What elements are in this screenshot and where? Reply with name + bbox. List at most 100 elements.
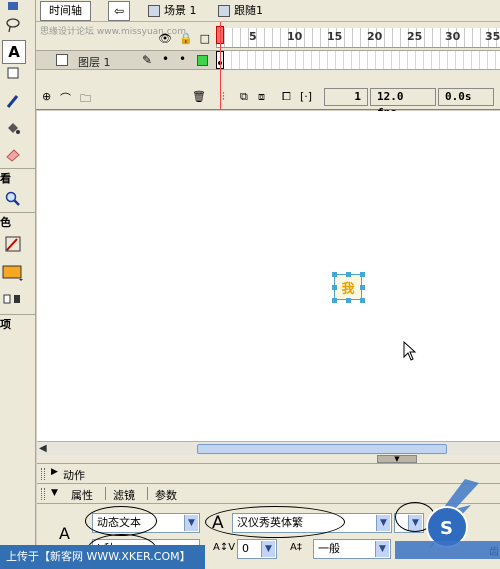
insert-layer-icon[interactable]: ⊕ bbox=[42, 90, 51, 103]
rectangle-icon bbox=[7, 67, 19, 79]
tab-divider bbox=[147, 487, 148, 500]
magnifier-icon bbox=[5, 191, 20, 206]
fill-color-swatch[interactable] bbox=[2, 262, 24, 284]
selection-handle[interactable] bbox=[346, 272, 351, 277]
brush-icon bbox=[6, 95, 19, 108]
chevron-down-icon: ▼ bbox=[376, 515, 390, 531]
onion-outline-icon[interactable]: ⧈ bbox=[258, 90, 265, 104]
outline-color-box[interactable] bbox=[197, 55, 208, 66]
selection-handle[interactable] bbox=[332, 285, 337, 290]
lock-icon[interactable]: 🔒 bbox=[179, 32, 193, 45]
frame-number: 35 bbox=[485, 30, 500, 43]
swap-colors-icon bbox=[3, 294, 20, 304]
symbol-breadcrumb[interactable]: 跟随1 bbox=[218, 3, 263, 19]
tab-divider bbox=[105, 487, 106, 500]
frame-number: 15 bbox=[327, 30, 343, 43]
site-logo: S bbox=[395, 475, 500, 569]
baseline-shift-select[interactable]: 一般 ▼ bbox=[313, 539, 391, 559]
toolbar-divider bbox=[0, 314, 36, 315]
outline-icon[interactable]: □ bbox=[200, 32, 210, 45]
scroll-thumb[interactable] bbox=[197, 444, 447, 454]
collapse-arrow-icon[interactable]: ▼ bbox=[377, 455, 417, 463]
chevron-down-icon: ▼ bbox=[261, 541, 275, 557]
symbol-label: 跟随1 bbox=[234, 4, 263, 17]
eraser-icon bbox=[6, 149, 20, 162]
letter-spacing-value: 0 bbox=[242, 542, 249, 555]
selection-handle[interactable] bbox=[332, 272, 337, 277]
panel-grip[interactable] bbox=[41, 468, 45, 480]
eye-icon[interactable]: 👁 bbox=[158, 32, 172, 45]
scene-label: 场景 1 bbox=[164, 4, 197, 17]
annotation-ellipse bbox=[205, 506, 345, 538]
edit-multiple-frames-icon[interactable]: ⧠ bbox=[282, 90, 291, 104]
scene-icon bbox=[148, 5, 160, 17]
pencil-stroke-icon bbox=[5, 236, 21, 252]
horizontal-scrollbar[interactable]: ◀ bbox=[37, 441, 500, 455]
timeline-toggle-button[interactable]: 时间轴 bbox=[40, 1, 91, 21]
panel-grip[interactable] bbox=[41, 488, 45, 500]
scroll-left-arrow-icon[interactable]: ◀ bbox=[39, 443, 47, 454]
frames-track[interactable] bbox=[216, 51, 500, 69]
panel-collapse-bar: ▼ bbox=[37, 455, 500, 463]
lasso-tool[interactable] bbox=[2, 14, 24, 36]
frame-number: 5 bbox=[249, 30, 257, 43]
timeline-tabbar: 时间轴 ⇦ 场景 1 跟随1 bbox=[36, 0, 500, 22]
collapse-triangle-icon[interactable]: ▼ bbox=[51, 488, 58, 498]
current-frame-field: 1 bbox=[324, 88, 368, 106]
expand-triangle-icon[interactable]: ▶ bbox=[51, 467, 58, 477]
folder-icon[interactable]: 🗀 bbox=[80, 90, 91, 109]
lock-dot[interactable]: • bbox=[179, 52, 186, 66]
timeline-panel: 时间轴 ⇦ 场景 1 跟随1 思缘设计论坛 www.missyuan.com 👁… bbox=[36, 0, 500, 119]
layer-page-icon bbox=[56, 54, 68, 66]
pencil-icon: ✎ bbox=[142, 53, 153, 67]
zoom-tool[interactable] bbox=[2, 188, 24, 210]
frame-number: 10 bbox=[287, 30, 303, 43]
baseline-shift-icon: A‡ bbox=[290, 542, 302, 553]
selection-handle[interactable] bbox=[332, 298, 337, 303]
motion-guide-icon[interactable]: ⌒ bbox=[60, 90, 71, 106]
mouse-cursor-icon bbox=[403, 340, 417, 366]
selection-handle[interactable] bbox=[360, 272, 365, 277]
tab-properties[interactable]: 属性 bbox=[71, 487, 93, 503]
paint-bucket-tool[interactable] bbox=[2, 117, 24, 139]
actions-panel-title: 动作 bbox=[63, 469, 85, 482]
tab-parameters[interactable]: 参数 bbox=[155, 487, 177, 503]
text-tool[interactable]: A bbox=[2, 40, 26, 64]
brush-tool[interactable] bbox=[2, 90, 24, 112]
selection-tool[interactable] bbox=[2, 0, 24, 12]
stroke-color-swatch[interactable] bbox=[2, 233, 24, 255]
view-section-label: 看 bbox=[0, 172, 11, 185]
upload-credit-bar: 上传于【新客网 WWW.XKER.COM】 bbox=[0, 545, 205, 569]
layer-row[interactable]: 图层 1 ✎ • • bbox=[36, 50, 500, 70]
frame-rate-field[interactable]: 12.0 fps bbox=[370, 88, 436, 119]
selection-handle[interactable] bbox=[360, 298, 365, 303]
annotation-ellipse bbox=[85, 506, 157, 536]
letter-spacing-field[interactable]: 0 ▼ bbox=[237, 539, 277, 559]
toolbar-divider bbox=[0, 168, 36, 169]
chevron-down-icon: ▼ bbox=[184, 515, 198, 531]
stage-canvas[interactable]: 我 bbox=[37, 111, 500, 441]
baseline-shift-value: 一般 bbox=[318, 542, 340, 555]
dynamic-text-object[interactable]: 我 bbox=[334, 274, 362, 300]
selection-handle[interactable] bbox=[346, 298, 351, 303]
trash-icon[interactable]: 🗑 bbox=[192, 90, 206, 103]
scene-breadcrumb[interactable]: 场景 1 bbox=[148, 3, 197, 19]
center-frame-icon[interactable]: ⫶ bbox=[222, 90, 225, 104]
timeline-statusbar: ⊕ ⌒ 🗀 🗑 ⫶ ⧉ ⧈ ⧠ [·] 1 12.0 fps 0.0s bbox=[36, 86, 500, 119]
text-tool-icon: A bbox=[59, 524, 70, 543]
visibility-dot[interactable]: • bbox=[162, 52, 169, 66]
rectangle-tool[interactable] bbox=[2, 64, 24, 82]
fill-swatch-icon bbox=[2, 265, 23, 281]
swap-colors-button[interactable] bbox=[2, 288, 24, 310]
options-section-label: 项 bbox=[0, 318, 11, 331]
tools-panel: A 看 色 项 bbox=[0, 0, 36, 569]
back-arrow-icon[interactable]: ⇦ bbox=[108, 1, 130, 21]
elapsed-time-field: 0.0s bbox=[438, 88, 494, 106]
tab-filters[interactable]: 滤镜 bbox=[113, 487, 135, 503]
frame-ruler[interactable]: 1 5 10 15 20 25 30 35 bbox=[216, 28, 500, 48]
onion-markers-icon[interactable]: [·] bbox=[300, 90, 312, 103]
onion-skin-icon[interactable]: ⧉ bbox=[240, 90, 248, 104]
letter-spacing-icon: A↕V bbox=[213, 542, 236, 553]
selection-handle[interactable] bbox=[360, 285, 365, 290]
eraser-tool[interactable] bbox=[2, 143, 24, 165]
